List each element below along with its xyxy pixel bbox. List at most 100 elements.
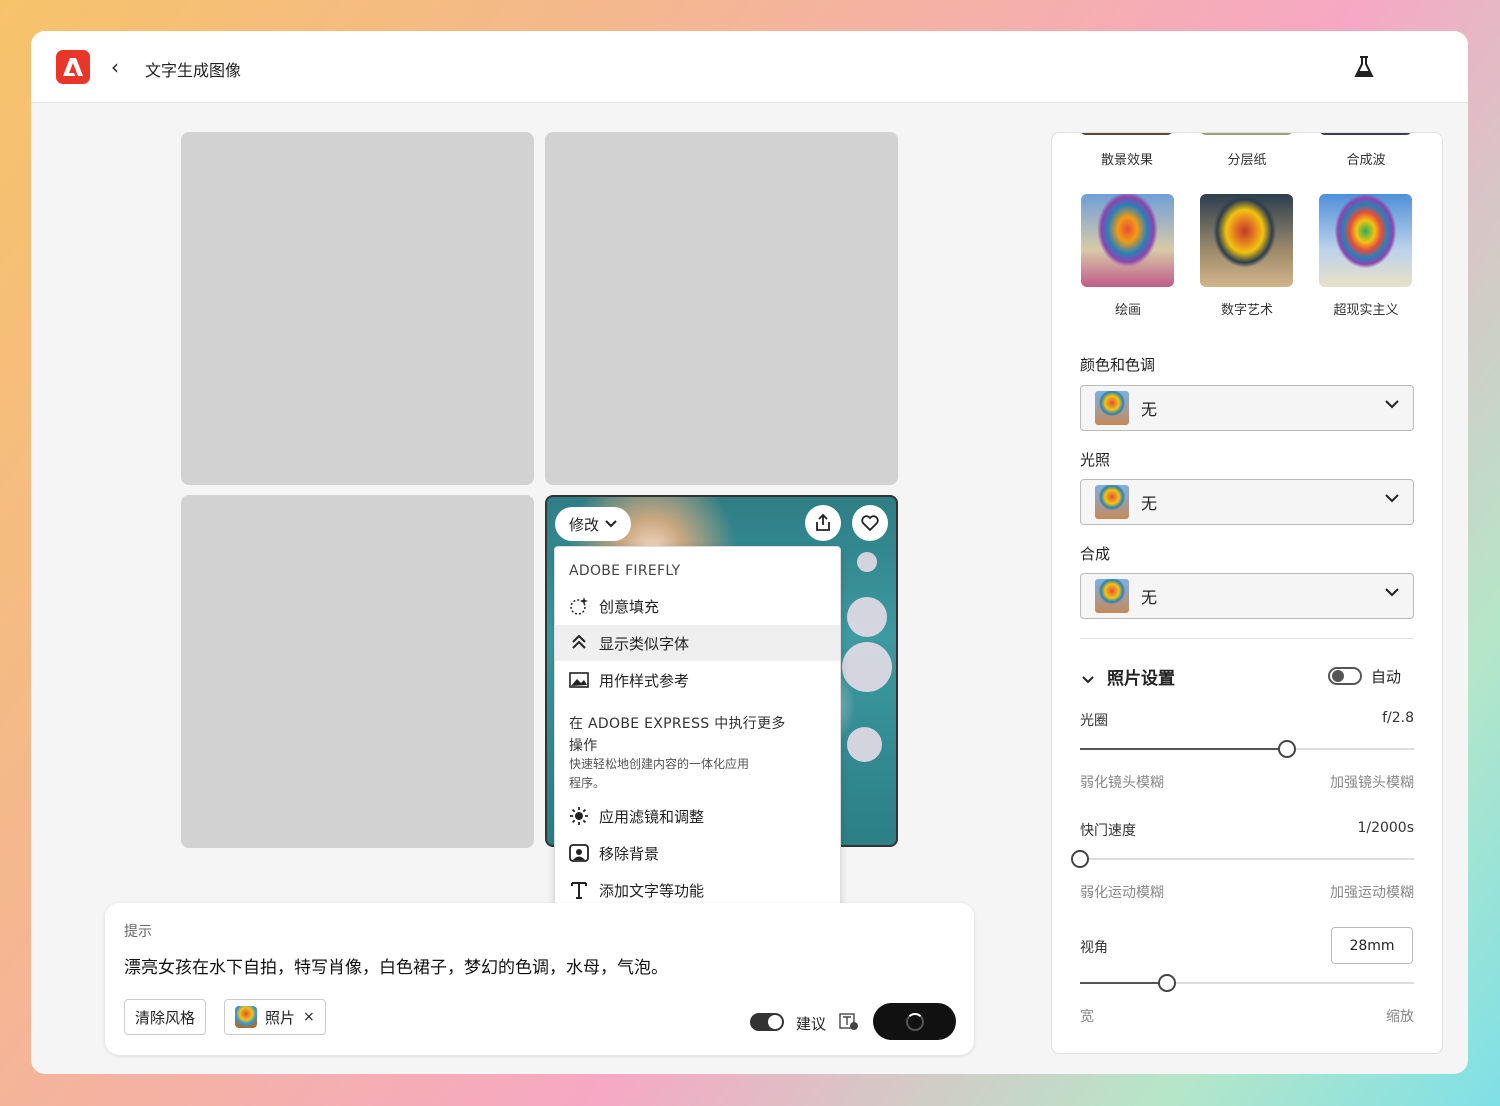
style-thumb-synthwave[interactable] [1319, 133, 1412, 135]
image-placeholder-1[interactable] [181, 132, 534, 485]
style-thumb-surrealism[interactable] [1319, 194, 1412, 287]
prompt-label: 提示 [124, 924, 152, 940]
style-thumb-layered-paper[interactable] [1200, 133, 1293, 135]
favorite-button[interactable] [852, 505, 888, 541]
menu-item-label: 移除背景 [599, 844, 660, 863]
menu-section-description-cont: 程序。 [569, 776, 606, 790]
modify-menu: ADOBE FIREFLY 创意填充 显示类似字体 用作样式参考 在 ADOBE… [554, 546, 841, 914]
prompt-panel: 提示 漂亮女孩在水下自拍，特写肖像，白色裙子，梦幻的色调，水母，气泡。 清除风格… [105, 903, 974, 1055]
style-thumb-painting[interactable] [1081, 194, 1174, 287]
menu-item-label: 用作样式参考 [599, 671, 690, 690]
share-button[interactable] [805, 505, 841, 541]
app-window: ‹ 文字生成图像 修改 ADOBE FIREFLY 创意填充 显示类似字体 用作… [31, 31, 1468, 1074]
toggle-knob [1332, 670, 1344, 682]
shutter-slider-handle[interactable] [1071, 850, 1089, 868]
modify-dropdown-button[interactable]: 修改 [555, 507, 632, 541]
style-label-painting: 绘画 [1114, 303, 1141, 318]
composition-select[interactable]: 无 [1080, 573, 1414, 619]
style-label-digital-art: 数字艺术 [1220, 303, 1273, 318]
clear-style-label: 清除风格 [135, 1008, 196, 1027]
divider [1080, 638, 1414, 639]
menu-item-generative-fill[interactable]: 创意填充 [555, 588, 840, 624]
aperture-value: f/2.8 [1382, 710, 1414, 726]
fov-slider-fill [1080, 982, 1167, 984]
shutter-max-label: 加强运动模糊 [1330, 885, 1414, 901]
menu-item-label: 添加文字等功能 [599, 881, 705, 900]
image-placeholder-2[interactable] [545, 132, 898, 485]
style-label-surrealism: 超现实主义 [1333, 303, 1399, 318]
color-tone-select[interactable]: 无 [1080, 385, 1414, 431]
fov-label: 视角 [1080, 940, 1108, 956]
shutter-min-label: 弱化运动模糊 [1080, 885, 1164, 901]
menu-section-description: 快速轻松地创建内容的一体化应用 [569, 757, 750, 771]
auto-label: 自动 [1371, 668, 1402, 686]
fov-max-label: 缩放 [1386, 1009, 1414, 1025]
menu-section-firefly: ADOBE FIREFLY [569, 563, 681, 579]
menu-item-label: 创意填充 [599, 597, 660, 616]
adobe-express-logo[interactable] [56, 50, 90, 84]
clear-style-button[interactable]: 清除风格 [124, 999, 207, 1035]
lighting-label: 光照 [1080, 451, 1111, 469]
menu-item-label: 显示类似字体 [599, 634, 690, 653]
settings-panel: 散景效果 分层纸 合成波 绘画 数字艺术 超现实主义 颜色和色调 无 光照 无 … [1051, 132, 1443, 1054]
style-label-layered-paper: 分层纸 [1227, 153, 1267, 168]
color-tone-value: 无 [1141, 400, 1158, 419]
modify-label: 修改 [569, 515, 600, 534]
fov-input[interactable]: 28mm [1331, 927, 1413, 964]
top-bar: ‹ 文字生成图像 [31, 31, 1468, 103]
style-thumb-digital-art[interactable] [1200, 194, 1293, 287]
menu-item-similar-fonts[interactable]: 显示类似字体 [555, 625, 840, 661]
text-icon [571, 882, 587, 899]
back-chevron-icon[interactable]: ‹ [111, 55, 119, 79]
lighting-value: 无 [1141, 494, 1158, 513]
balloon-swatch-icon [1095, 391, 1129, 425]
lighting-select[interactable]: 无 [1080, 479, 1414, 525]
loading-spinner-icon [905, 1012, 924, 1031]
style-chip-photo[interactable]: 照片 × [224, 999, 326, 1035]
fov-slider-handle[interactable] [1157, 974, 1176, 992]
shutter-label: 快门速度 [1080, 823, 1136, 839]
chevron-down-icon [605, 520, 617, 528]
aperture-label: 光圈 [1080, 713, 1108, 729]
aperture-slider-handle[interactable] [1278, 740, 1297, 758]
composition-value: 无 [1141, 588, 1158, 607]
fov-min-label: 宽 [1080, 1009, 1094, 1025]
menu-section-express: 在 ADOBE EXPRESS 中执行更多 [569, 716, 786, 732]
suggest-toggle[interactable] [750, 1013, 784, 1031]
style-thumb-bokeh[interactable] [1080, 133, 1173, 135]
jellyfish-decoration [842, 642, 892, 692]
close-icon[interactable]: × [303, 1009, 315, 1025]
jellyfish-decoration [847, 727, 882, 762]
prompt-input[interactable]: 漂亮女孩在水下自拍，特写肖像，白色裙子，梦幻的色调，水母，气泡。 [124, 953, 668, 978]
menu-item-style-reference[interactable]: 用作样式参考 [555, 662, 840, 698]
aperture-max-label: 加强镜头模糊 [1330, 775, 1414, 791]
photo-settings-collapse[interactable] [1082, 669, 1094, 688]
chevron-down-icon [1385, 588, 1399, 597]
jellyfish-decoration [857, 552, 877, 572]
auto-toggle[interactable] [1328, 667, 1362, 685]
labs-flask-icon[interactable] [1353, 55, 1375, 83]
remove-background-icon [569, 844, 589, 862]
toggle-knob [768, 1015, 782, 1029]
style-label-synthwave: 合成波 [1346, 153, 1386, 168]
shutter-slider-track[interactable] [1080, 858, 1414, 860]
photo-settings-title: 照片设置 [1107, 669, 1175, 689]
jellyfish-decoration [847, 597, 887, 637]
page-title: 文字生成图像 [145, 61, 242, 80]
menu-item-remove-background[interactable]: 移除背景 [555, 835, 840, 871]
style-chip-label: 照片 [265, 1008, 296, 1027]
suggestion-text-icon[interactable] [839, 1013, 859, 1035]
composition-label: 合成 [1080, 545, 1111, 563]
aperture-min-label: 弱化镜头模糊 [1080, 775, 1164, 791]
menu-item-filters[interactable]: 应用滤镜和调整 [555, 798, 840, 834]
balloon-swatch-icon [1095, 485, 1129, 519]
brightness-icon [570, 807, 588, 825]
chevron-down-icon [1385, 494, 1399, 503]
menu-section-express-cont: 操作 [569, 738, 598, 754]
generate-button[interactable] [873, 1003, 956, 1040]
generative-fill-icon [570, 597, 588, 615]
image-placeholder-3[interactable] [181, 495, 534, 848]
color-tone-label: 颜色和色调 [1080, 356, 1156, 374]
image-icon [569, 672, 589, 688]
share-icon [816, 514, 830, 531]
